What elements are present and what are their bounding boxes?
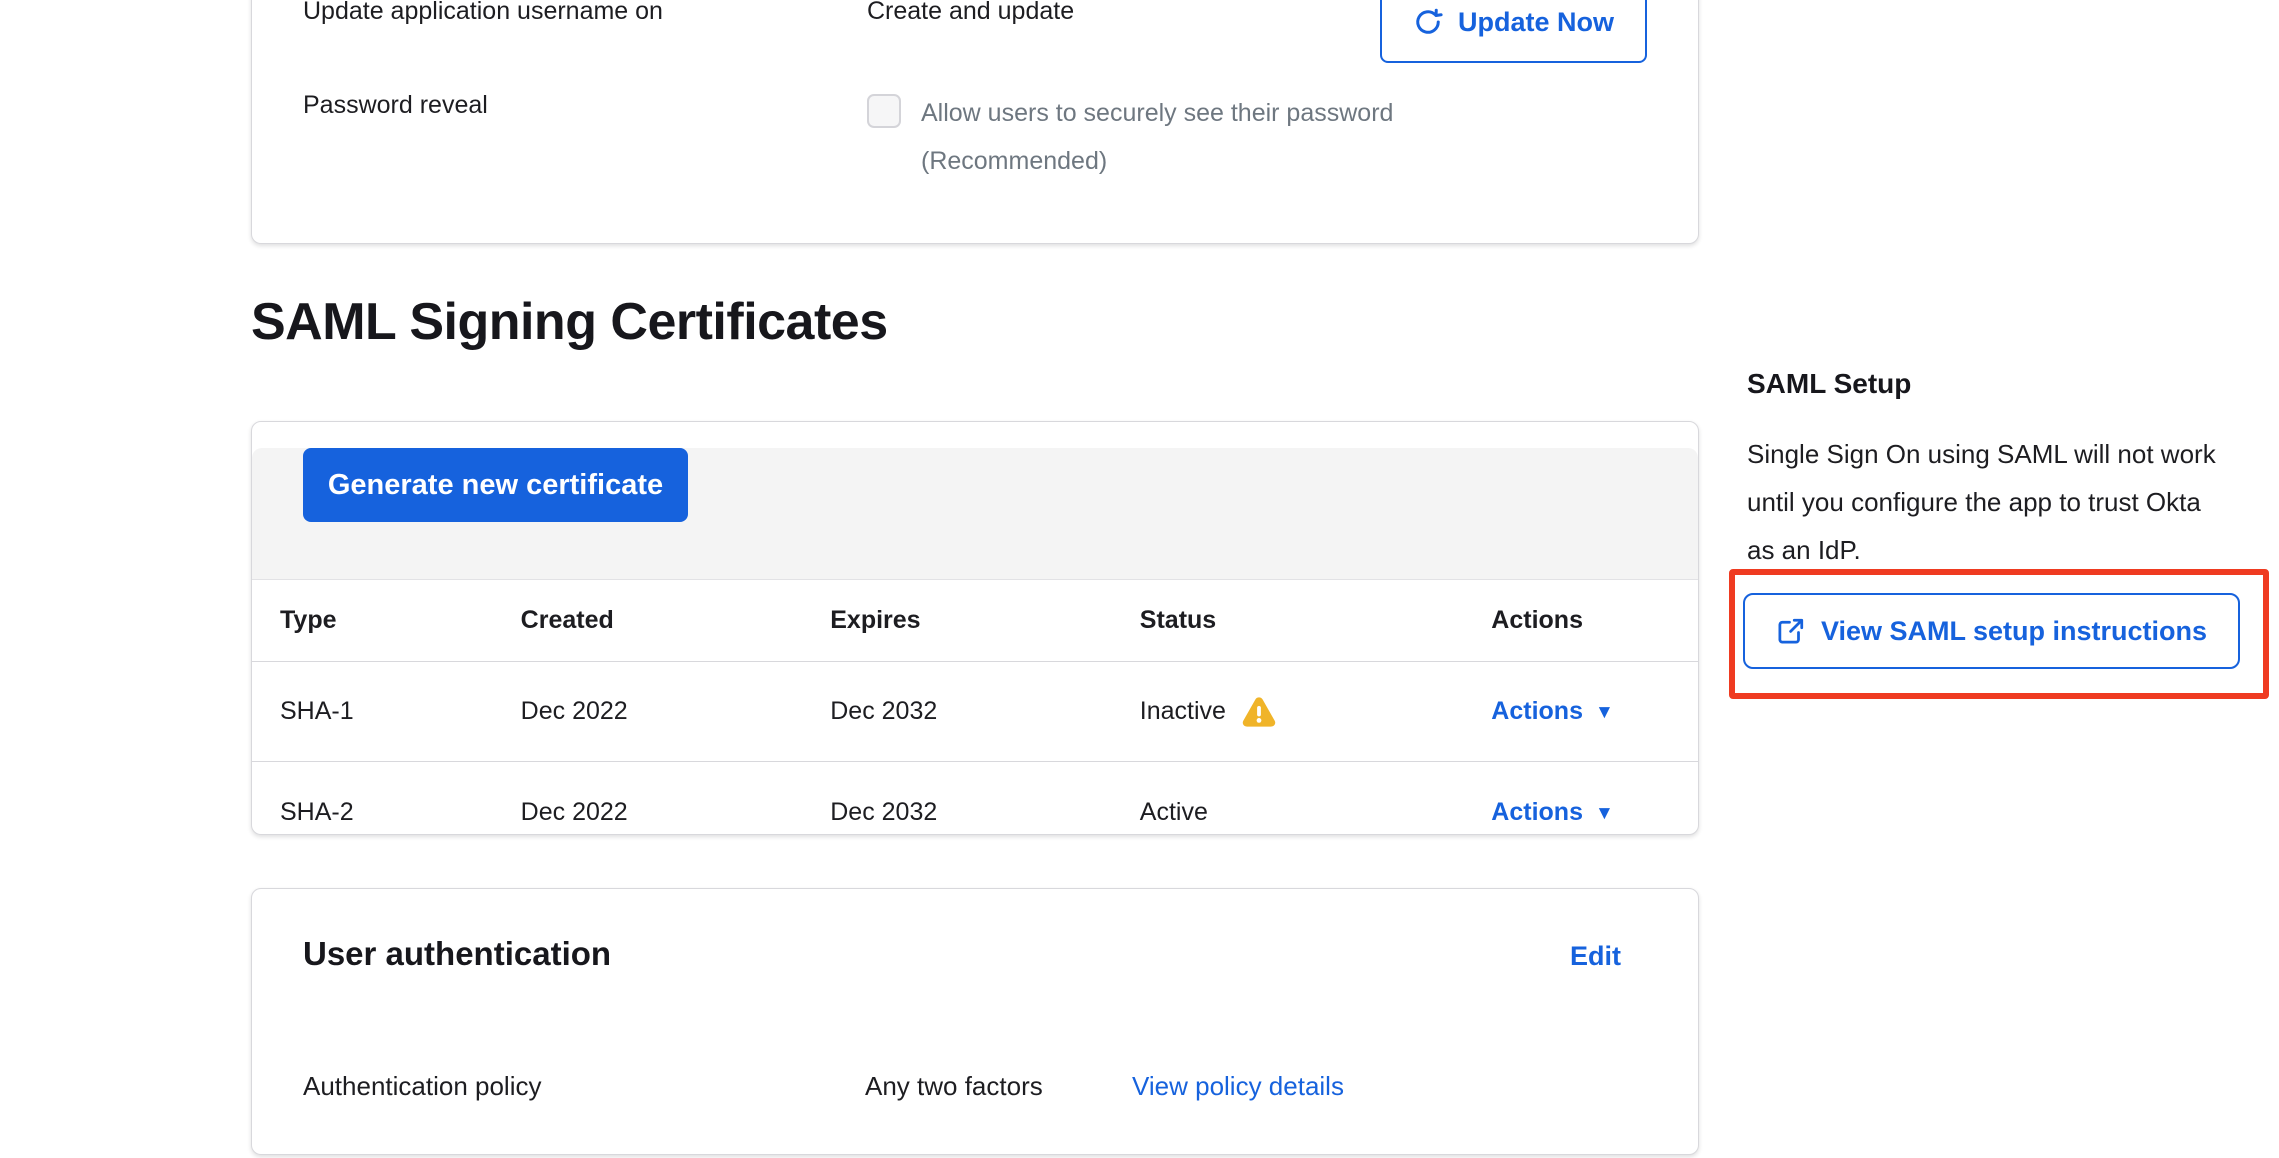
table-row: SHA-2 Dec 2022 Dec 2032 Active Actions ▼ [252, 762, 1698, 862]
password-reveal-description: Allow users to securely see their passwo… [921, 89, 1393, 185]
status-text: Inactive [1140, 697, 1226, 726]
username-update-value: Create and update [867, 0, 1074, 26]
page-title: SAML Signing Certificates [251, 292, 888, 352]
column-header-status: Status [1112, 606, 1464, 635]
warning-icon [1240, 693, 1278, 731]
user-authentication-card: User authentication Edit Authentication … [251, 888, 1699, 1155]
certificates-toolbar: Generate new certificate [252, 448, 1698, 580]
page-saml-settings: Update application username on Create an… [0, 0, 2279, 1158]
cert-expires: Dec 2032 [802, 798, 1112, 827]
caret-down-icon: ▼ [1595, 804, 1614, 823]
actions-dropdown[interactable]: Actions ▼ [1491, 697, 1614, 726]
cert-expires: Dec 2032 [802, 697, 1112, 726]
update-now-label: Update Now [1458, 7, 1614, 38]
username-update-label: Update application username on [303, 0, 663, 26]
cert-created: Dec 2022 [493, 798, 803, 827]
authentication-policy-value: Any two factors [865, 1071, 1043, 1102]
cert-status: Inactive [1112, 693, 1464, 731]
column-header-type: Type [252, 606, 493, 635]
password-reveal-label: Password reveal [303, 91, 488, 120]
password-reveal-checkbox[interactable] [867, 94, 901, 128]
authentication-policy-label: Authentication policy [303, 1071, 541, 1102]
sign-on-settings-card: Update application username on Create an… [251, 0, 1699, 244]
password-reveal-description-line2: (Recommended) [921, 137, 1393, 185]
column-header-expires: Expires [802, 606, 1112, 635]
actions-label: Actions [1491, 697, 1583, 726]
cert-created: Dec 2022 [493, 697, 803, 726]
password-reveal-description-line1: Allow users to securely see their passwo… [921, 89, 1393, 137]
external-link-icon [1776, 616, 1806, 646]
cert-type: SHA-1 [252, 697, 493, 726]
column-header-actions: Actions [1463, 606, 1698, 635]
user-authentication-heading: User authentication [303, 935, 611, 973]
certificates-table-header: Type Created Expires Status Actions [252, 580, 1698, 662]
certificates-card: Generate new certificate Type Created Ex… [251, 421, 1699, 835]
actions-dropdown[interactable]: Actions ▼ [1491, 798, 1614, 827]
edit-link[interactable]: Edit [1570, 941, 1621, 972]
view-policy-details-link[interactable]: View policy details [1132, 1071, 1344, 1102]
generate-certificate-button[interactable]: Generate new certificate [303, 448, 688, 522]
caret-down-icon: ▼ [1595, 703, 1614, 722]
refresh-icon [1413, 7, 1443, 37]
column-header-created: Created [493, 606, 803, 635]
saml-setup-heading: SAML Setup [1747, 368, 1911, 400]
update-now-button[interactable]: Update Now [1380, 0, 1647, 63]
saml-setup-description: Single Sign On using SAML will not work … [1747, 430, 2219, 574]
table-row: SHA-1 Dec 2022 Dec 2032 Inactive Actions… [252, 662, 1698, 762]
actions-label: Actions [1491, 798, 1583, 827]
view-saml-setup-instructions-button[interactable]: View SAML setup instructions [1743, 593, 2240, 669]
cert-status: Active [1112, 798, 1464, 827]
cert-type: SHA-2 [252, 798, 493, 827]
status-text: Active [1140, 798, 1208, 827]
view-saml-setup-instructions-label: View SAML setup instructions [1821, 616, 2207, 647]
